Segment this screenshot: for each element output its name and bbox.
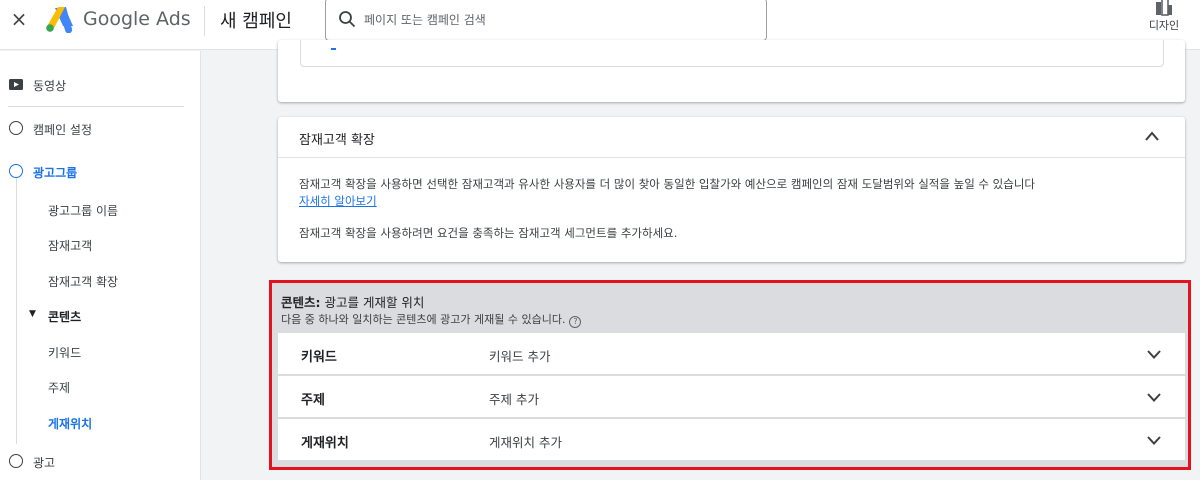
step-circle-icon — [9, 121, 23, 135]
sidebar: 동영상 캠페인 설정 광고그룹 광고그룹 이름 잠재고객 잠재고객 확장 ▼ 콘… — [0, 51, 201, 480]
search-input[interactable] — [364, 10, 754, 30]
close-icon[interactable]: × — [8, 8, 30, 30]
sidebar-item-label: 광고 — [33, 456, 56, 470]
page-title: 새 캠페인 — [220, 11, 292, 32]
row-label: 주제 — [301, 393, 325, 408]
sidebar-divider — [8, 106, 184, 107]
chevron-up-icon[interactable] — [1144, 130, 1160, 142]
section-title: 콘텐츠: 광고를 게재할 위치 — [281, 292, 424, 311]
sidebar-item-label: 주제 — [48, 381, 71, 395]
sidebar-item-content[interactable]: ▼ 콘텐츠 — [0, 300, 200, 330]
inner-field — [300, 40, 1164, 67]
video-icon — [9, 79, 23, 90]
section-subtitle: 다음 중 하나와 일치하는 콘텐츠에 광고가 게재될 수 있습니다.? — [281, 311, 582, 328]
sidebar-item-label: 잠재고객 확장 — [48, 275, 119, 289]
chevron-down-icon[interactable] — [1146, 349, 1162, 360]
sidebar-item-label: 게재위치 — [48, 417, 93, 431]
step-circle-icon — [9, 454, 23, 468]
cursor-mark — [331, 48, 336, 50]
row-value: 키워드 추가 — [489, 349, 551, 364]
subtitle-text: 다음 중 하나와 일치하는 콘텐츠에 광고가 게재될 수 있습니다. — [281, 313, 566, 326]
chevron-down-icon[interactable] — [1146, 392, 1162, 403]
brand-name: Google Ads — [83, 8, 191, 30]
caret-down-icon: ▼ — [29, 309, 36, 319]
sidebar-item-audience-expansion[interactable]: 잠재고객 확장 — [0, 265, 200, 295]
sidebar-item-topic[interactable]: 주제 — [0, 371, 200, 401]
sidebar-item-label: 광고그룹 — [33, 166, 78, 180]
row-value: 게재위치 추가 — [489, 435, 562, 450]
google-ads-logo-icon — [46, 7, 73, 33]
sidebar-item-video[interactable]: 동영상 — [0, 69, 200, 99]
row-value: 주제 추가 — [489, 392, 539, 407]
sidebar-item-campaign-settings[interactable]: 캠페인 설정 — [0, 113, 200, 143]
sidebar-item-label: 동영상 — [33, 79, 67, 93]
building-icon — [1156, 0, 1172, 16]
section-title: 잠재고객 확장 — [299, 133, 375, 148]
chevron-down-icon[interactable] — [1146, 435, 1162, 446]
section-description: 잠재고객 확장을 사용하면 선택한 잠재고객과 유사한 사용자를 더 많이 찾아… — [299, 177, 1035, 191]
design-button[interactable]: 디자인 — [1144, 0, 1184, 40]
sidebar-item-ad-group-name[interactable]: 광고그룹 이름 — [0, 194, 200, 224]
sidebar-item-label: 잠재고객 — [48, 239, 93, 253]
section-title-rest: 광고를 게재할 위치 — [320, 295, 425, 310]
sidebar-item-label: 캠페인 설정 — [33, 123, 93, 137]
sidebar-item-ad[interactable]: 광고 — [0, 446, 200, 476]
search-box[interactable] — [325, 0, 767, 41]
placement-row[interactable]: 게재위치 게재위치 추가 — [278, 419, 1185, 461]
keyword-row[interactable]: 키워드 키워드 추가 — [278, 333, 1185, 375]
header-divider — [204, 6, 205, 36]
row-label: 게재위치 — [301, 436, 349, 451]
previous-section-card — [278, 40, 1185, 102]
row-label: 키워드 — [301, 350, 337, 365]
sidebar-item-placement[interactable]: 게재위치 — [0, 407, 200, 437]
sidebar-item-label: 콘텐츠 — [48, 310, 82, 324]
sidebar-item-label: 키워드 — [48, 346, 82, 360]
divider — [278, 157, 1185, 158]
sidebar-item-audience[interactable]: 잠재고객 — [0, 229, 200, 259]
learn-more-link[interactable]: 자세히 알아보기 — [299, 193, 377, 209]
help-icon[interactable]: ? — [569, 316, 582, 328]
content-section: 콘텐츠: 광고를 게재할 위치 다음 중 하나와 일치하는 콘텐츠에 광고가 게… — [269, 280, 1191, 470]
sidebar-item-ad-group[interactable]: 광고그룹 — [0, 156, 200, 186]
topic-row[interactable]: 주제 주제 추가 — [278, 376, 1185, 418]
requirement-note: 잠재고객 확장을 사용하려면 요건을 충족하는 잠재고객 세그먼트를 추가하세요… — [299, 226, 678, 240]
sidebar-item-keyword[interactable]: 키워드 — [0, 336, 200, 366]
sidebar-item-label: 광고그룹 이름 — [48, 204, 119, 218]
design-label: 디자인 — [1148, 19, 1180, 32]
audience-expansion-card: 잠재고객 확장 잠재고객 확장을 사용하면 선택한 잠재고객과 유사한 사용자를… — [278, 117, 1185, 262]
section-title-bold: 콘텐츠: — [281, 295, 321, 310]
search-icon — [339, 11, 356, 28]
step-circle-icon — [9, 164, 23, 178]
